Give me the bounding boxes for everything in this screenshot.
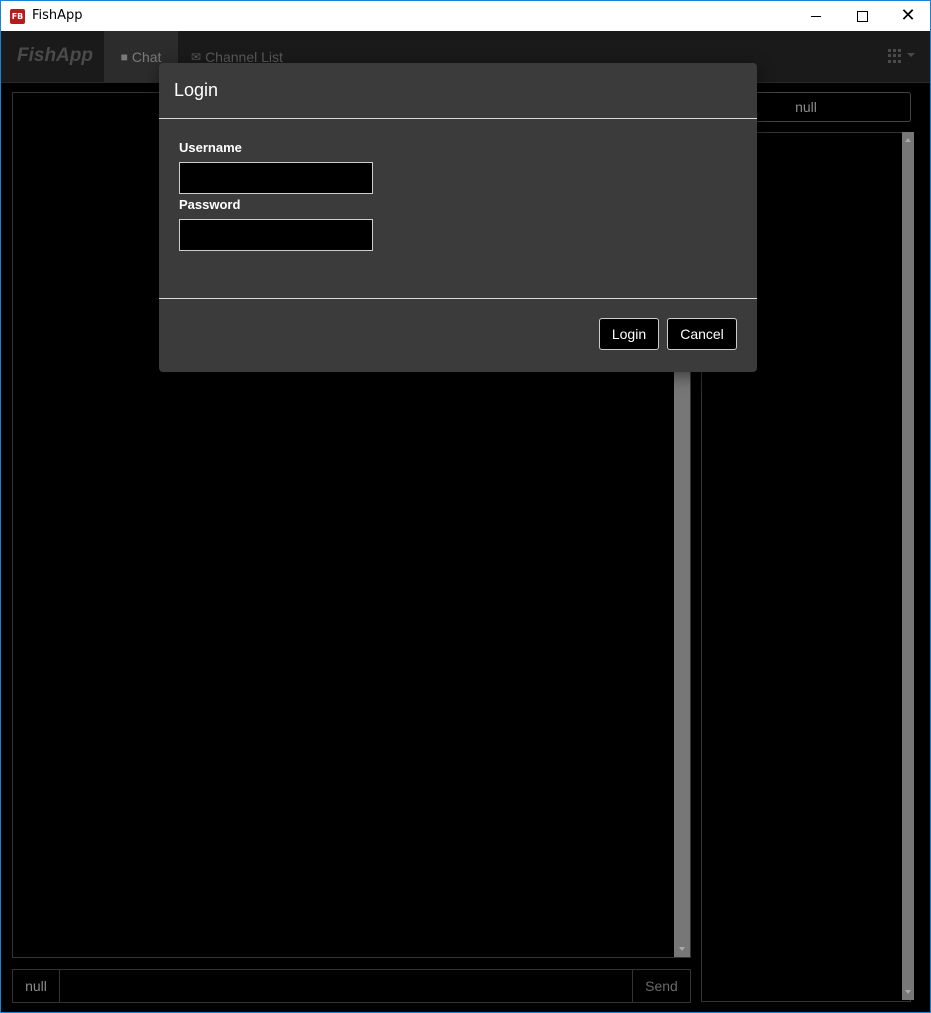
modal-title: Login bbox=[174, 80, 219, 100]
title-bar: FB FishApp ✕ bbox=[1, 1, 930, 31]
close-icon: ✕ bbox=[900, 5, 916, 26]
send-button[interactable]: Send bbox=[632, 970, 690, 1002]
username-label: Username bbox=[179, 140, 242, 155]
cancel-button[interactable]: Cancel bbox=[667, 318, 737, 350]
message-input-bar: null Send bbox=[12, 969, 691, 1003]
modal-divider bbox=[159, 298, 757, 299]
password-field[interactable] bbox=[179, 219, 373, 251]
chevron-down-icon[interactable] bbox=[907, 53, 915, 57]
login-button[interactable]: Login bbox=[599, 318, 659, 350]
user-list-scrollbar[interactable] bbox=[902, 132, 914, 1000]
envelope-icon: ✉ bbox=[191, 49, 202, 64]
nickname-label: null bbox=[13, 970, 60, 1002]
brand-logo[interactable]: FishApp bbox=[17, 45, 93, 67]
tab-chat-label: Chat bbox=[131, 48, 162, 65]
message-input[interactable] bbox=[60, 970, 632, 1002]
scroll-down-icon[interactable] bbox=[905, 990, 911, 994]
chat-icon: ■ bbox=[120, 49, 128, 64]
username-field[interactable] bbox=[179, 162, 373, 194]
scroll-down-icon[interactable] bbox=[679, 947, 685, 951]
app-logo-icon: FB bbox=[10, 9, 25, 24]
password-label: Password bbox=[179, 197, 241, 212]
app-window: FB FishApp ✕ FishApp ■ Chat ✉ Channel Li… bbox=[0, 0, 931, 1013]
maximize-icon bbox=[856, 10, 868, 22]
scroll-up-icon[interactable] bbox=[905, 138, 911, 142]
minimize-button[interactable] bbox=[793, 1, 839, 31]
maximize-button[interactable] bbox=[839, 1, 885, 31]
window-title: FishApp bbox=[32, 8, 83, 23]
close-button[interactable]: ✕ bbox=[885, 1, 931, 31]
grid-icon[interactable] bbox=[888, 49, 902, 63]
login-modal: Login Username Password Login Cancel bbox=[159, 63, 757, 372]
modal-divider bbox=[159, 118, 757, 119]
minimize-icon bbox=[811, 15, 821, 17]
